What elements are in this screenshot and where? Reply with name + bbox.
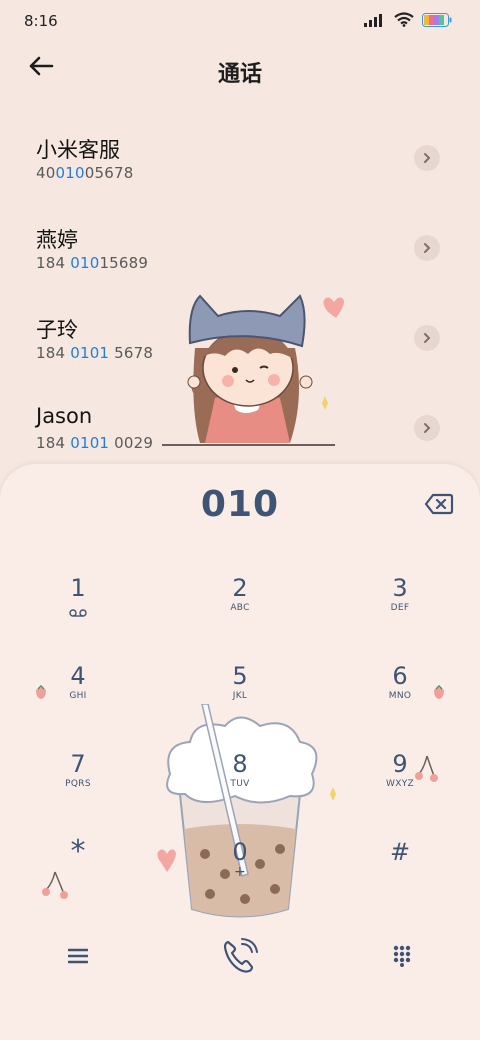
contact-detail-button[interactable] (414, 235, 440, 261)
strawberry-icon (434, 684, 444, 699)
bottom-bar (0, 934, 480, 984)
call-button[interactable] (218, 934, 262, 978)
contact-name: Jason (36, 404, 93, 428)
key-1[interactable]: 1 (28, 574, 128, 644)
chevron-right-icon (424, 423, 431, 433)
menu-icon (68, 948, 88, 964)
chevron-right-icon (424, 243, 431, 253)
contact-name: 小米客服 (36, 138, 120, 162)
key-hash[interactable]: # (350, 838, 450, 908)
backspace-icon (424, 493, 454, 515)
contact-number: 184 0101 5678 (36, 344, 154, 362)
dialer-panel: 010 1 2 ABC 3 DEF 4 GHI 5 JKL 6 MNO 7 PQ… (0, 464, 480, 1040)
keypad-toggle-button[interactable] (380, 934, 424, 978)
girl-illustration (162, 294, 344, 446)
battery-icon (422, 12, 452, 27)
menu-button[interactable] (56, 934, 100, 978)
contact-detail-button[interactable] (414, 415, 440, 441)
strawberry-icon (36, 684, 46, 699)
key-3[interactable]: 3 DEF (350, 574, 450, 644)
chevron-right-icon (424, 333, 431, 343)
cherry-icon (415, 755, 438, 782)
wifi-icon (394, 12, 414, 27)
chevron-right-icon (424, 153, 431, 163)
list-item[interactable]: 小米客服 4001005678 (0, 120, 480, 210)
list-item[interactable]: 燕婷 184 01015689 (0, 210, 480, 300)
contact-detail-button[interactable] (414, 145, 440, 171)
key-5[interactable]: 5 JKL (190, 662, 290, 732)
contact-number: 4001005678 (36, 164, 134, 182)
keypad-icon (393, 945, 411, 967)
page-title: 通话 (217, 62, 262, 87)
contact-name: 燕婷 (36, 228, 78, 252)
status-time: 8:16 (24, 12, 58, 30)
header: 通话 (0, 48, 480, 92)
key-0[interactable]: 0 + (190, 838, 290, 908)
contact-name: 子玲 (36, 318, 78, 342)
key-7[interactable]: 7 PQRS (28, 750, 128, 820)
backspace-button[interactable] (424, 492, 454, 516)
key-8[interactable]: 8 TUV (190, 750, 290, 820)
dial-input[interactable]: 010 (0, 484, 480, 525)
status-bar: 8:16 (0, 0, 480, 40)
phone-icon (223, 938, 258, 973)
status-icons (364, 12, 452, 27)
contact-detail-button[interactable] (414, 325, 440, 351)
cherry-icon (42, 871, 68, 899)
key-2[interactable]: 2 ABC (190, 574, 290, 644)
contact-number: 184 0101 0029 (36, 434, 154, 452)
signal-icon (364, 13, 382, 27)
contact-number: 184 01015689 (36, 254, 149, 272)
voicemail-icon (69, 609, 87, 617)
